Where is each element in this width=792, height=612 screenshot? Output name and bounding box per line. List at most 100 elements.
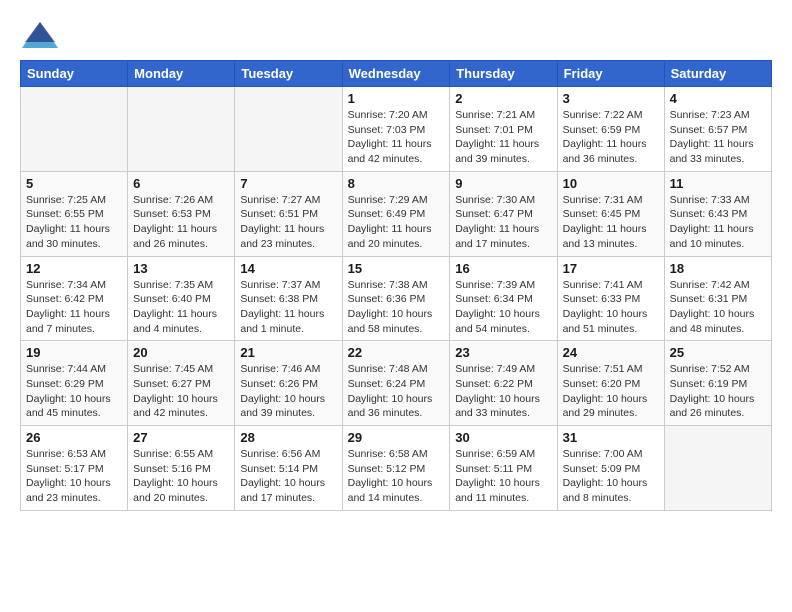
- day-info: Sunrise: 7:34 AM Sunset: 6:42 PM Dayligh…: [26, 278, 122, 337]
- calendar-cell: 30 Sunrise: 6:59 AM Sunset: 5:11 PM Dayli…: [450, 426, 557, 511]
- calendar-table: SundayMondayTuesdayWednesdayThursdayFrid…: [20, 60, 772, 511]
- calendar-cell: 9 Sunrise: 7:30 AM Sunset: 6:47 PM Daylig…: [450, 171, 557, 256]
- day-info: Sunrise: 7:26 AM Sunset: 6:53 PM Dayligh…: [133, 193, 229, 252]
- day-info: Sunrise: 7:27 AM Sunset: 6:51 PM Dayligh…: [240, 193, 336, 252]
- day-number: 4: [670, 91, 766, 106]
- day-number: 1: [348, 91, 445, 106]
- calendar-cell: 12 Sunrise: 7:34 AM Sunset: 6:42 PM Dayli…: [21, 256, 128, 341]
- day-info: Sunrise: 7:22 AM Sunset: 6:59 PM Dayligh…: [563, 108, 659, 167]
- calendar-cell: [235, 87, 342, 172]
- day-number: 30: [455, 430, 551, 445]
- calendar-cell: 5 Sunrise: 7:25 AM Sunset: 6:55 PM Daylig…: [21, 171, 128, 256]
- calendar-cell: 4 Sunrise: 7:23 AM Sunset: 6:57 PM Daylig…: [664, 87, 771, 172]
- calendar-cell: [128, 87, 235, 172]
- logo: [20, 20, 64, 50]
- calendar-cell: 19Sunrise: 7:44 AM Sunset: 6:29 PM Dayli…: [21, 341, 128, 426]
- calendar-cell: 31Sunrise: 7:00 AM Sunset: 5:09 PM Dayli…: [557, 426, 664, 511]
- day-number: 5: [26, 176, 122, 191]
- day-info: Sunrise: 6:58 AM Sunset: 5:12 PM Dayligh…: [348, 447, 445, 506]
- calendar-week-row: 26 Sunrise: 6:53 AM Sunset: 5:17 PM Dayli…: [21, 426, 772, 511]
- day-number: 29: [348, 430, 445, 445]
- logo-icon: [20, 20, 60, 50]
- calendar-cell: 2 Sunrise: 7:21 AM Sunset: 7:01 PM Daylig…: [450, 87, 557, 172]
- day-number: 31: [563, 430, 659, 445]
- day-info: Sunrise: 6:53 AM Sunset: 5:17 PM Dayligh…: [26, 447, 122, 506]
- day-number: 27: [133, 430, 229, 445]
- day-info: Sunrise: 7:23 AM Sunset: 6:57 PM Dayligh…: [670, 108, 766, 167]
- day-number: 2: [455, 91, 551, 106]
- calendar-cell: 14 Sunrise: 7:37 AM Sunset: 6:38 PM Dayli…: [235, 256, 342, 341]
- calendar-cell: 16 Sunrise: 7:39 AM Sunset: 6:34 PM Dayli…: [450, 256, 557, 341]
- weekday-header-row: SundayMondayTuesdayWednesdayThursdayFrid…: [21, 61, 772, 87]
- day-number: 24: [563, 345, 659, 360]
- calendar-cell: 21 Sunrise: 7:46 AM Sunset: 6:26 PM Dayli…: [235, 341, 342, 426]
- calendar-cell: 6 Sunrise: 7:26 AM Sunset: 6:53 PM Daylig…: [128, 171, 235, 256]
- calendar-cell: 18 Sunrise: 7:42 AM Sunset: 6:31 PM Dayli…: [664, 256, 771, 341]
- day-number: 14: [240, 261, 336, 276]
- day-number: 23: [455, 345, 551, 360]
- weekday-header-friday: Friday: [557, 61, 664, 87]
- day-info: Sunrise: 6:55 AM Sunset: 5:16 PM Dayligh…: [133, 447, 229, 506]
- day-number: 19: [26, 345, 122, 360]
- day-number: 17: [563, 261, 659, 276]
- day-info: Sunrise: 7:30 AM Sunset: 6:47 PM Dayligh…: [455, 193, 551, 252]
- weekday-header-saturday: Saturday: [664, 61, 771, 87]
- weekday-header-wednesday: Wednesday: [342, 61, 450, 87]
- day-info: Sunrise: 7:45 AM Sunset: 6:27 PM Dayligh…: [133, 362, 229, 421]
- day-info: Sunrise: 7:41 AM Sunset: 6:33 PM Dayligh…: [563, 278, 659, 337]
- day-number: 7: [240, 176, 336, 191]
- day-info: Sunrise: 7:48 AM Sunset: 6:24 PM Dayligh…: [348, 362, 445, 421]
- day-info: Sunrise: 7:49 AM Sunset: 6:22 PM Dayligh…: [455, 362, 551, 421]
- calendar-cell: 28 Sunrise: 6:56 AM Sunset: 5:14 PM Dayli…: [235, 426, 342, 511]
- calendar-week-row: 19Sunrise: 7:44 AM Sunset: 6:29 PM Dayli…: [21, 341, 772, 426]
- day-info: Sunrise: 7:37 AM Sunset: 6:38 PM Dayligh…: [240, 278, 336, 337]
- day-number: 10: [563, 176, 659, 191]
- weekday-header-thursday: Thursday: [450, 61, 557, 87]
- weekday-header-sunday: Sunday: [21, 61, 128, 87]
- day-number: 22: [348, 345, 445, 360]
- calendar-cell: 13 Sunrise: 7:35 AM Sunset: 6:40 PM Dayli…: [128, 256, 235, 341]
- day-number: 11: [670, 176, 766, 191]
- day-number: 20: [133, 345, 229, 360]
- calendar-cell: 17 Sunrise: 7:41 AM Sunset: 6:33 PM Dayli…: [557, 256, 664, 341]
- day-info: Sunrise: 7:21 AM Sunset: 7:01 PM Dayligh…: [455, 108, 551, 167]
- day-info: Sunrise: 7:25 AM Sunset: 6:55 PM Dayligh…: [26, 193, 122, 252]
- day-number: 28: [240, 430, 336, 445]
- day-info: Sunrise: 7:33 AM Sunset: 6:43 PM Dayligh…: [670, 193, 766, 252]
- calendar-cell: 25Sunrise: 7:52 AM Sunset: 6:19 PM Dayli…: [664, 341, 771, 426]
- day-number: 6: [133, 176, 229, 191]
- day-number: 12: [26, 261, 122, 276]
- weekday-header-monday: Monday: [128, 61, 235, 87]
- day-info: Sunrise: 7:35 AM Sunset: 6:40 PM Dayligh…: [133, 278, 229, 337]
- calendar-cell: [21, 87, 128, 172]
- day-info: Sunrise: 7:39 AM Sunset: 6:34 PM Dayligh…: [455, 278, 551, 337]
- calendar-cell: 26 Sunrise: 6:53 AM Sunset: 5:17 PM Dayli…: [21, 426, 128, 511]
- calendar-week-row: 5 Sunrise: 7:25 AM Sunset: 6:55 PM Daylig…: [21, 171, 772, 256]
- calendar-week-row: 12 Sunrise: 7:34 AM Sunset: 6:42 PM Dayli…: [21, 256, 772, 341]
- calendar-cell: 7 Sunrise: 7:27 AM Sunset: 6:51 PM Daylig…: [235, 171, 342, 256]
- day-info: Sunrise: 7:38 AM Sunset: 6:36 PM Dayligh…: [348, 278, 445, 337]
- day-number: 16: [455, 261, 551, 276]
- calendar-cell: 15 Sunrise: 7:38 AM Sunset: 6:36 PM Dayli…: [342, 256, 450, 341]
- calendar-cell: 27 Sunrise: 6:55 AM Sunset: 5:16 PM Dayli…: [128, 426, 235, 511]
- day-number: 13: [133, 261, 229, 276]
- calendar-cell: 22 Sunrise: 7:48 AM Sunset: 6:24 PM Dayli…: [342, 341, 450, 426]
- day-number: 3: [563, 91, 659, 106]
- day-info: Sunrise: 7:42 AM Sunset: 6:31 PM Dayligh…: [670, 278, 766, 337]
- day-info: Sunrise: 7:46 AM Sunset: 6:26 PM Dayligh…: [240, 362, 336, 421]
- day-number: 9: [455, 176, 551, 191]
- day-info: Sunrise: 7:20 AM Sunset: 7:03 PM Dayligh…: [348, 108, 445, 167]
- calendar-cell: 1 Sunrise: 7:20 AM Sunset: 7:03 PM Daylig…: [342, 87, 450, 172]
- day-number: 15: [348, 261, 445, 276]
- day-number: 21: [240, 345, 336, 360]
- day-info: Sunrise: 6:56 AM Sunset: 5:14 PM Dayligh…: [240, 447, 336, 506]
- day-number: 26: [26, 430, 122, 445]
- page-header: [20, 20, 772, 50]
- calendar-cell: 8Sunrise: 7:29 AM Sunset: 6:49 PM Daylig…: [342, 171, 450, 256]
- day-info: Sunrise: 7:31 AM Sunset: 6:45 PM Dayligh…: [563, 193, 659, 252]
- calendar-cell: 3 Sunrise: 7:22 AM Sunset: 6:59 PM Daylig…: [557, 87, 664, 172]
- day-info: Sunrise: 7:29 AM Sunset: 6:49 PM Dayligh…: [348, 193, 445, 252]
- day-number: 25: [670, 345, 766, 360]
- day-info: Sunrise: 6:59 AM Sunset: 5:11 PM Dayligh…: [455, 447, 551, 506]
- day-number: 18: [670, 261, 766, 276]
